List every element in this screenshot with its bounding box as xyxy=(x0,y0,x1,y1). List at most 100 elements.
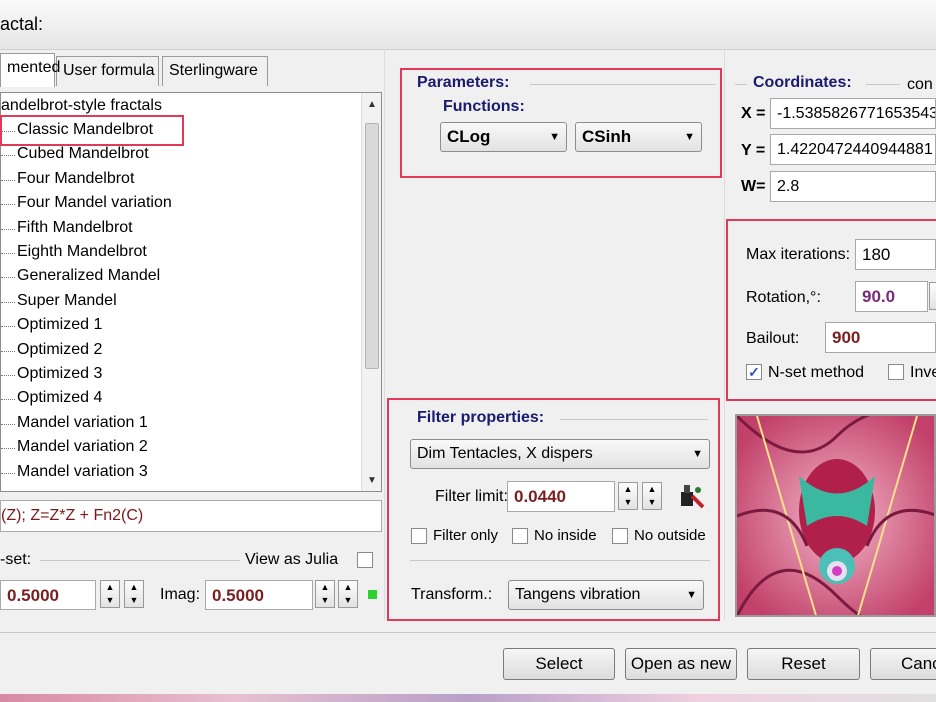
formula-display: (Z); Z=Z*Z + Fn2(C) xyxy=(0,500,382,532)
tree-connector xyxy=(1,472,15,474)
real-spinner-a[interactable]: ▲ ▼ xyxy=(100,580,120,608)
x-value: -1.5385826771653543 xyxy=(777,105,936,122)
invert-checkbox[interactable] xyxy=(888,364,904,380)
tree-item-label: Mandel variation 3 xyxy=(17,462,148,480)
filter-only-checkbox[interactable] xyxy=(411,528,427,544)
scroll-up-icon[interactable]: ▲ xyxy=(364,97,380,113)
function2-value: CSinh xyxy=(582,127,632,146)
filter-limit-spinner-a[interactable]: ▲ ▼ xyxy=(618,482,638,510)
tree-connector xyxy=(1,155,15,157)
tree-connector xyxy=(1,448,15,450)
chevron-down-icon: ▼ xyxy=(549,131,560,143)
transform-dropdown[interactable]: Tangens vibration ▼ xyxy=(508,580,704,610)
coordinates-title: Coordinates: xyxy=(750,74,855,92)
scroll-down-icon[interactable]: ▼ xyxy=(364,473,380,489)
no-inside-checkbox[interactable] xyxy=(512,528,528,544)
nset-method-checkbox[interactable]: ✓ xyxy=(746,364,762,380)
imag-input[interactable]: 0.5000 xyxy=(205,580,313,610)
left-divider xyxy=(384,50,385,620)
x-input[interactable]: -1.5385826771653543 xyxy=(770,98,936,129)
real-value: 0.5000 xyxy=(7,586,59,605)
w-input[interactable]: 2.8 xyxy=(770,171,936,202)
tree-scrollbar[interactable]: ▲ ▼ xyxy=(361,93,381,491)
tree-connector xyxy=(1,326,15,328)
cancel-button[interactable]: Canc xyxy=(870,648,936,680)
bailout-value: 900 xyxy=(832,328,861,347)
tree-root-label: andelbrot-style fractals xyxy=(1,97,162,114)
real-spinner-b[interactable]: ▲ ▼ xyxy=(124,580,144,608)
filter-title: Filter properties: xyxy=(414,409,548,427)
filter-limit-label: Filter limit: xyxy=(435,488,508,505)
filter-divider xyxy=(560,419,708,420)
tab-label: Sterlingware xyxy=(169,62,258,79)
tree-item-label: Super Mandel xyxy=(17,291,117,309)
tree-connector xyxy=(1,131,15,132)
open-as-new-button[interactable]: Open as new xyxy=(625,648,737,680)
tree-connector xyxy=(1,375,15,376)
function2-dropdown[interactable]: CSinh ▼ xyxy=(575,122,702,152)
bottom-divider xyxy=(0,632,936,633)
view-as-julia-checkbox[interactable] xyxy=(357,552,373,568)
tab-implemented[interactable]: mented xyxy=(0,53,60,87)
function1-value: CLog xyxy=(447,127,491,146)
real-input[interactable]: 0.5000 xyxy=(0,580,96,610)
transform-divider xyxy=(410,560,710,561)
rotation-value: 90.0 xyxy=(862,287,896,306)
tree-item-label: Eighth Mandelbrot xyxy=(17,243,147,260)
filter-tool-icon[interactable] xyxy=(678,482,706,510)
tab-user-formula[interactable]: User formula xyxy=(56,56,159,86)
nset-method-label: N-set method xyxy=(768,364,865,381)
tree-connector xyxy=(1,228,15,230)
no-outside-label: No outside xyxy=(634,527,706,544)
tree-item-label: Mandel variation 1 xyxy=(17,413,148,431)
select-button[interactable]: Select xyxy=(503,648,615,680)
filter-dropdown[interactable]: Dim Tentacles, X dispers ▼ xyxy=(410,439,710,469)
tab-sterlingware[interactable]: Sterlingware xyxy=(162,56,268,86)
fractal-tree[interactable]: andelbrot-style fractals Classic Mandelb… xyxy=(0,92,382,492)
tab-label: mented xyxy=(7,59,61,76)
scroll-thumb[interactable] xyxy=(365,123,379,369)
imag-spinner-b[interactable]: ▲ ▼ xyxy=(338,580,358,608)
tree-item-label: Optimized 2 xyxy=(17,340,103,358)
rotation-label: Rotation,°: xyxy=(746,289,821,306)
nset-divider xyxy=(40,560,240,561)
status-indicator xyxy=(368,590,377,599)
chevron-down-icon: ▼ xyxy=(692,448,703,460)
view-as-julia-label: View as Julia xyxy=(245,551,339,568)
chevron-down-icon: ▼ xyxy=(686,589,697,601)
bailout-input[interactable]: 900 xyxy=(825,322,936,353)
tree-connector xyxy=(1,277,15,279)
window-title: actal: xyxy=(0,14,44,34)
invert-label: Inve xyxy=(910,364,936,381)
rotation-input[interactable]: 90.0 xyxy=(855,281,928,312)
coordinates-divider xyxy=(866,84,900,85)
tree-item-label: Cubed Mandelbrot xyxy=(17,145,149,163)
tree-item-label: Four Mandelbrot xyxy=(17,169,135,187)
reset-button[interactable]: Reset xyxy=(747,648,860,680)
imag-spinner-a[interactable]: ▲ ▼ xyxy=(315,580,335,608)
rotation-spinner[interactable] xyxy=(929,282,936,310)
tree-connector xyxy=(1,301,15,303)
no-outside-checkbox[interactable] xyxy=(612,528,628,544)
tree-item-label: Generalized Mandel xyxy=(17,267,161,285)
tree-item-label: Classic Mandelbrot xyxy=(17,121,154,138)
max-iterations-value: 180 xyxy=(862,245,891,264)
taskbar-strip xyxy=(0,694,936,702)
bailout-label: Bailout: xyxy=(746,330,800,347)
tree-item-label: Optimized 3 xyxy=(17,365,103,382)
filter-only-label: Filter only xyxy=(433,527,499,544)
tree-item-label: Optimized 4 xyxy=(17,389,103,407)
max-iterations-input[interactable]: 180 xyxy=(855,239,936,270)
filter-limit-spinner-b[interactable]: ▲ ▼ xyxy=(642,482,662,510)
coordinates-divider-left xyxy=(735,84,747,85)
y-input[interactable]: 1.4220472440944881 xyxy=(770,134,936,165)
tree-connector xyxy=(1,253,15,254)
tree-connector xyxy=(1,179,15,181)
function1-dropdown[interactable]: CLog ▼ xyxy=(440,122,567,152)
parameters-title: Parameters: xyxy=(414,74,513,92)
filter-limit-input[interactable]: 0.0440 xyxy=(507,481,615,512)
w-value: 2.8 xyxy=(777,178,800,195)
transform-label: Transform.: xyxy=(411,586,493,603)
tree-item-label: Optimized 1 xyxy=(17,316,103,334)
x-label: X = xyxy=(741,105,766,122)
